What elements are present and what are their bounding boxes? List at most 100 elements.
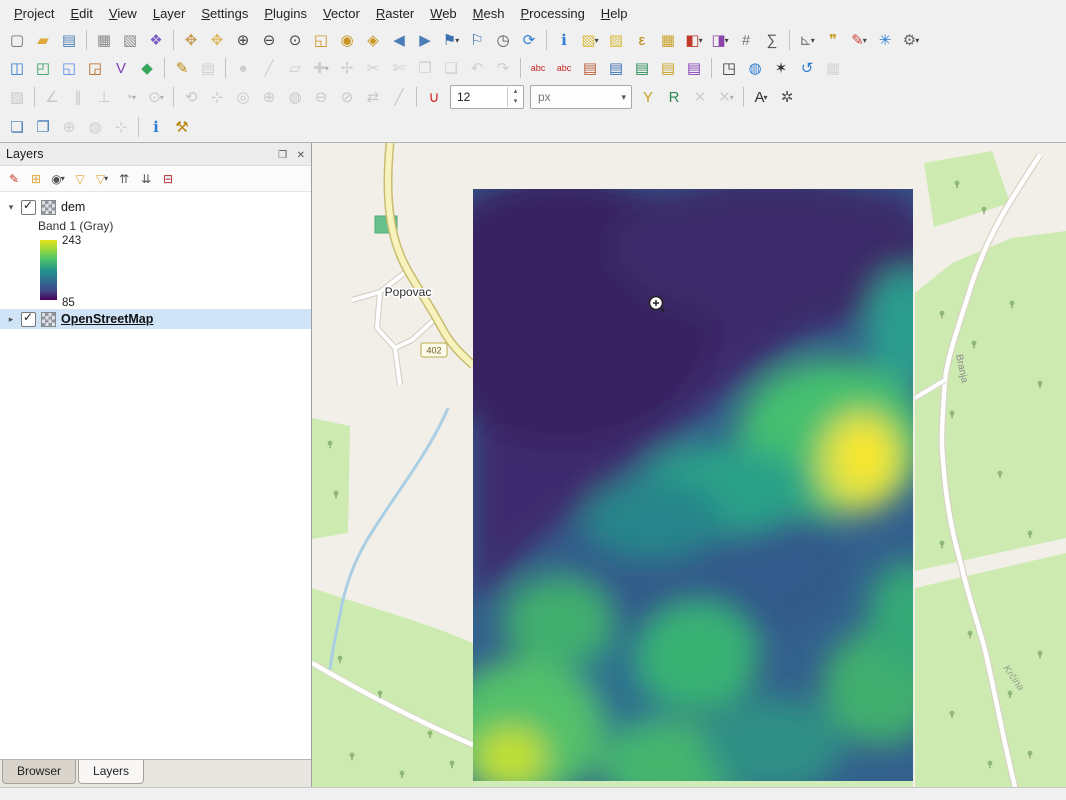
processing-toolbox[interactable]: ✳: [873, 28, 897, 52]
highlight-pinned-labels[interactable]: ▤: [604, 56, 628, 80]
layer-diagram-options[interactable]: abc: [552, 56, 576, 80]
manage-map-themes[interactable]: ◉▾: [48, 169, 68, 189]
menu-mesh[interactable]: Mesh: [465, 3, 513, 24]
paste-style[interactable]: ❐: [31, 115, 55, 139]
menu-project[interactable]: Project: [6, 3, 62, 24]
menu-processing[interactable]: Processing: [512, 3, 592, 24]
new-geopackage-layer[interactable]: ◆: [135, 56, 159, 80]
new-project[interactable]: ▢: [5, 28, 29, 52]
layer-labeling-options[interactable]: abc: [526, 56, 550, 80]
font-size-value[interactable]: 12: [451, 90, 507, 104]
statistical-summary[interactable]: ∑: [760, 28, 784, 52]
add-mesh-layer[interactable]: ◲: [83, 56, 107, 80]
field-calculator[interactable]: #: [734, 28, 758, 52]
toggle-editing[interactable]: ✎: [170, 56, 194, 80]
enable-snapping[interactable]: ∪: [422, 85, 446, 109]
metasearch[interactable]: ◍: [743, 56, 767, 80]
show-spatial-bookmarks[interactable]: ⚐: [465, 28, 489, 52]
measure-dropdown-arrow[interactable]: ▾: [811, 36, 815, 45]
layer-row-dem[interactable]: ▾ dem: [0, 197, 311, 217]
open-project[interactable]: ▰: [31, 28, 55, 52]
identify-help[interactable]: ℹ: [144, 115, 168, 139]
annotation-toolbar-dropdown-arrow[interactable]: ▾: [863, 36, 867, 45]
edit-annotation-pointer[interactable]: ✲: [775, 85, 799, 109]
filter-by-expression[interactable]: ▽▾: [92, 169, 112, 189]
map-canvas[interactable]: 402 Popovac Branja Krčina: [312, 143, 1066, 787]
open-data-source-manager[interactable]: ◫: [5, 56, 29, 80]
zoom-last[interactable]: ◀: [387, 28, 411, 52]
open-attribute-table[interactable]: ▦: [656, 28, 680, 52]
spin-down-button[interactable]: ▾: [508, 97, 523, 107]
menu-edit[interactable]: Edit: [62, 3, 100, 24]
vertex-tool-dropdown-arrow[interactable]: ▾: [325, 64, 329, 73]
osm-visibility-checkbox[interactable]: [21, 312, 36, 327]
filter-legend[interactable]: ▽: [70, 169, 90, 189]
rotate-label[interactable]: ▤: [656, 56, 680, 80]
tab-layers[interactable]: Layers: [78, 760, 144, 784]
zoom-to-layer[interactable]: ◈: [361, 28, 385, 52]
run-feature-action[interactable]: R: [662, 85, 686, 109]
new-3d-map-view-dropdown-arrow[interactable]: ▾: [725, 36, 729, 45]
pin-labels[interactable]: ▤: [578, 56, 602, 80]
new-3d-map[interactable]: ◳: [717, 56, 741, 80]
new-map-view-dropdown-arrow[interactable]: ▾: [699, 36, 703, 45]
expand-all[interactable]: ⇈: [114, 169, 134, 189]
options-dropdown-arrow[interactable]: ▾: [915, 36, 919, 45]
menu-vector[interactable]: Vector: [315, 3, 368, 24]
menu-view[interactable]: View: [101, 3, 145, 24]
select-by-expression[interactable]: ε: [630, 28, 654, 52]
font-size-spinbox[interactable]: 12 ▴ ▾: [450, 85, 524, 109]
refresh-map[interactable]: ⟳: [517, 28, 541, 52]
dock-float-button[interactable]: ❐: [278, 150, 287, 161]
measure[interactable]: ⊾▾: [795, 28, 819, 52]
osm-expander-icon[interactable]: ▸: [6, 314, 16, 325]
manage-map-themes-dropdown-arrow[interactable]: ▾: [61, 174, 65, 183]
pan-map[interactable]: ✥: [179, 28, 203, 52]
options[interactable]: ⚙▾: [899, 28, 923, 52]
pan-to-selection[interactable]: ✥: [205, 28, 229, 52]
add-vector-layer[interactable]: ◰: [31, 56, 55, 80]
menu-help[interactable]: Help: [593, 3, 636, 24]
layer-row-openstreetmap[interactable]: ▸ OpenStreetMap: [0, 309, 311, 329]
new-spatial-bookmark[interactable]: ⚑▾: [439, 28, 463, 52]
dem-expander-icon[interactable]: ▾: [6, 202, 16, 213]
add-group[interactable]: ⊞: [26, 169, 46, 189]
collapse-all[interactable]: ⇊: [136, 169, 156, 189]
plugin-debug[interactable]: ✶: [769, 56, 793, 80]
construction-guides-dropdown-arrow[interactable]: ▾: [160, 93, 164, 102]
open-layer-styling-panel[interactable]: ✎: [4, 169, 24, 189]
identify-features[interactable]: ℹ: [552, 28, 576, 52]
tab-browser[interactable]: Browser: [2, 760, 76, 784]
select-features-dropdown-arrow[interactable]: ▾: [595, 36, 599, 45]
deselect-features[interactable]: ▨: [604, 28, 628, 52]
annotation-toolbar[interactable]: ✎▾: [847, 28, 871, 52]
project-properties-wrench[interactable]: ⚒: [170, 115, 194, 139]
osm-layer-label[interactable]: OpenStreetMap: [61, 312, 153, 326]
dock-close-button[interactable]: ✕: [297, 150, 305, 161]
add-raster-layer[interactable]: ◱: [57, 56, 81, 80]
dem-layer-label[interactable]: dem: [61, 200, 85, 214]
zoom-native[interactable]: ⊙: [283, 28, 307, 52]
filter-by-expression-dropdown-arrow[interactable]: ▾: [104, 174, 108, 183]
dem-visibility-checkbox[interactable]: [21, 200, 36, 215]
zoom-next[interactable]: ▶: [413, 28, 437, 52]
zoom-full[interactable]: ◱: [309, 28, 333, 52]
move-label-tool[interactable]: Y: [636, 85, 660, 109]
show-layout-manager[interactable]: ▧: [118, 28, 142, 52]
zoom-out[interactable]: ⊖: [257, 28, 281, 52]
menu-plugins[interactable]: Plugins: [256, 3, 315, 24]
style-manager[interactable]: ❖: [144, 28, 168, 52]
new-3d-map-view[interactable]: ◨▾: [708, 28, 732, 52]
clear-unplaced-labels-dropdown-arrow[interactable]: ▾: [730, 93, 734, 102]
move-label[interactable]: ▤: [630, 56, 654, 80]
new-shapefile-layer[interactable]: V: [109, 56, 133, 80]
new-print-layout[interactable]: ▦: [92, 28, 116, 52]
menu-web[interactable]: Web: [422, 3, 465, 24]
spin-up-button[interactable]: ▴: [508, 87, 523, 97]
menu-settings[interactable]: Settings: [193, 3, 256, 24]
unit-combobox[interactable]: px ▾: [530, 85, 632, 109]
temporal-controller[interactable]: ◷: [491, 28, 515, 52]
zoom-to-selection[interactable]: ◉: [335, 28, 359, 52]
remove-layer[interactable]: ⊟: [158, 169, 178, 189]
menu-layer[interactable]: Layer: [145, 3, 194, 24]
